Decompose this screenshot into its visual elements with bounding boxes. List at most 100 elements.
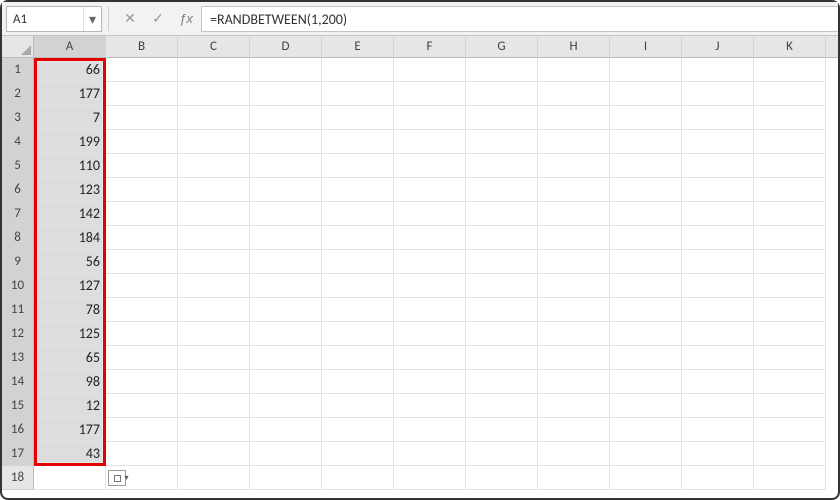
cell-c16[interactable] (178, 418, 250, 442)
cell-b12[interactable] (106, 322, 178, 346)
column-header-d[interactable]: D (250, 36, 322, 57)
cell-b5[interactable] (106, 154, 178, 178)
cell-j3[interactable] (682, 106, 754, 130)
cell-h16[interactable] (538, 418, 610, 442)
formula-input[interactable]: =RANDBETWEEN(1,200) (201, 6, 838, 32)
cell-k17[interactable] (754, 442, 826, 466)
cell-e10[interactable] (322, 274, 394, 298)
cell-g16[interactable] (466, 418, 538, 442)
cell-j15[interactable] (682, 394, 754, 418)
cell-c17[interactable] (178, 442, 250, 466)
cell-g11[interactable] (466, 298, 538, 322)
cell-h17[interactable] (538, 442, 610, 466)
cell-b10[interactable] (106, 274, 178, 298)
cell-b14[interactable] (106, 370, 178, 394)
cell-k7[interactable] (754, 202, 826, 226)
cell-d16[interactable] (250, 418, 322, 442)
cell-i6[interactable] (610, 178, 682, 202)
cell-c3[interactable] (178, 106, 250, 130)
cell-g4[interactable] (466, 130, 538, 154)
cell-d4[interactable] (250, 130, 322, 154)
cell-k9[interactable] (754, 250, 826, 274)
cell-b2[interactable] (106, 82, 178, 106)
cell-k2[interactable] (754, 82, 826, 106)
cell-d5[interactable] (250, 154, 322, 178)
cell-h1[interactable] (538, 58, 610, 82)
column-header-k[interactable]: K (754, 36, 826, 57)
cell-i11[interactable] (610, 298, 682, 322)
row-header-8[interactable]: 8 (2, 226, 34, 250)
cell-f18[interactable] (394, 466, 466, 490)
cell-b1[interactable] (106, 58, 178, 82)
cell-j2[interactable] (682, 82, 754, 106)
cell-a3[interactable]: 7 (34, 106, 106, 130)
cell-j18[interactable] (682, 466, 754, 490)
cell-f5[interactable] (394, 154, 466, 178)
cell-a7[interactable]: 142 (34, 202, 106, 226)
cell-a1[interactable]: 66 (34, 58, 106, 82)
cell-c6[interactable] (178, 178, 250, 202)
cell-d3[interactable] (250, 106, 322, 130)
cell-a5[interactable]: 110 (34, 154, 106, 178)
name-box-value[interactable]: A1 (7, 7, 83, 31)
cell-k13[interactable] (754, 346, 826, 370)
cell-i15[interactable] (610, 394, 682, 418)
cell-j6[interactable] (682, 178, 754, 202)
cell-b17[interactable] (106, 442, 178, 466)
cell-f1[interactable] (394, 58, 466, 82)
select-all-corner[interactable] (2, 36, 34, 57)
cell-g7[interactable] (466, 202, 538, 226)
cell-i3[interactable] (610, 106, 682, 130)
cell-j4[interactable] (682, 130, 754, 154)
cancel-icon[interactable]: ✕ (121, 8, 139, 30)
cell-a11[interactable]: 78 (34, 298, 106, 322)
cell-d14[interactable] (250, 370, 322, 394)
column-header-a[interactable]: A (34, 36, 106, 57)
cell-i14[interactable] (610, 370, 682, 394)
cell-c11[interactable] (178, 298, 250, 322)
cell-e11[interactable] (322, 298, 394, 322)
cell-d8[interactable] (250, 226, 322, 250)
cell-g8[interactable] (466, 226, 538, 250)
cell-h4[interactable] (538, 130, 610, 154)
cell-h11[interactable] (538, 298, 610, 322)
enter-icon[interactable]: ✓ (149, 8, 167, 30)
cell-e16[interactable] (322, 418, 394, 442)
cell-i1[interactable] (610, 58, 682, 82)
cell-g1[interactable] (466, 58, 538, 82)
cell-g5[interactable] (466, 154, 538, 178)
cell-g15[interactable] (466, 394, 538, 418)
cell-a13[interactable]: 65 (34, 346, 106, 370)
cell-b16[interactable] (106, 418, 178, 442)
cell-f12[interactable] (394, 322, 466, 346)
cell-e5[interactable] (322, 154, 394, 178)
column-header-c[interactable]: C (178, 36, 250, 57)
cell-d9[interactable] (250, 250, 322, 274)
cell-g9[interactable] (466, 250, 538, 274)
cell-a14[interactable]: 98 (34, 370, 106, 394)
cell-c12[interactable] (178, 322, 250, 346)
cell-j7[interactable] (682, 202, 754, 226)
cell-j13[interactable] (682, 346, 754, 370)
cell-k16[interactable] (754, 418, 826, 442)
cell-d10[interactable] (250, 274, 322, 298)
cell-d15[interactable] (250, 394, 322, 418)
cell-g3[interactable] (466, 106, 538, 130)
cell-b8[interactable] (106, 226, 178, 250)
cell-c9[interactable] (178, 250, 250, 274)
cell-h5[interactable] (538, 154, 610, 178)
cell-i12[interactable] (610, 322, 682, 346)
cell-c5[interactable] (178, 154, 250, 178)
cell-g17[interactable] (466, 442, 538, 466)
cell-g12[interactable] (466, 322, 538, 346)
cell-j14[interactable] (682, 370, 754, 394)
cell-e14[interactable] (322, 370, 394, 394)
cell-h6[interactable] (538, 178, 610, 202)
cell-f11[interactable] (394, 298, 466, 322)
column-header-e[interactable]: E (322, 36, 394, 57)
cell-g10[interactable] (466, 274, 538, 298)
row-header-9[interactable]: 9 (2, 250, 34, 274)
cell-f9[interactable] (394, 250, 466, 274)
cell-h14[interactable] (538, 370, 610, 394)
cell-b9[interactable] (106, 250, 178, 274)
